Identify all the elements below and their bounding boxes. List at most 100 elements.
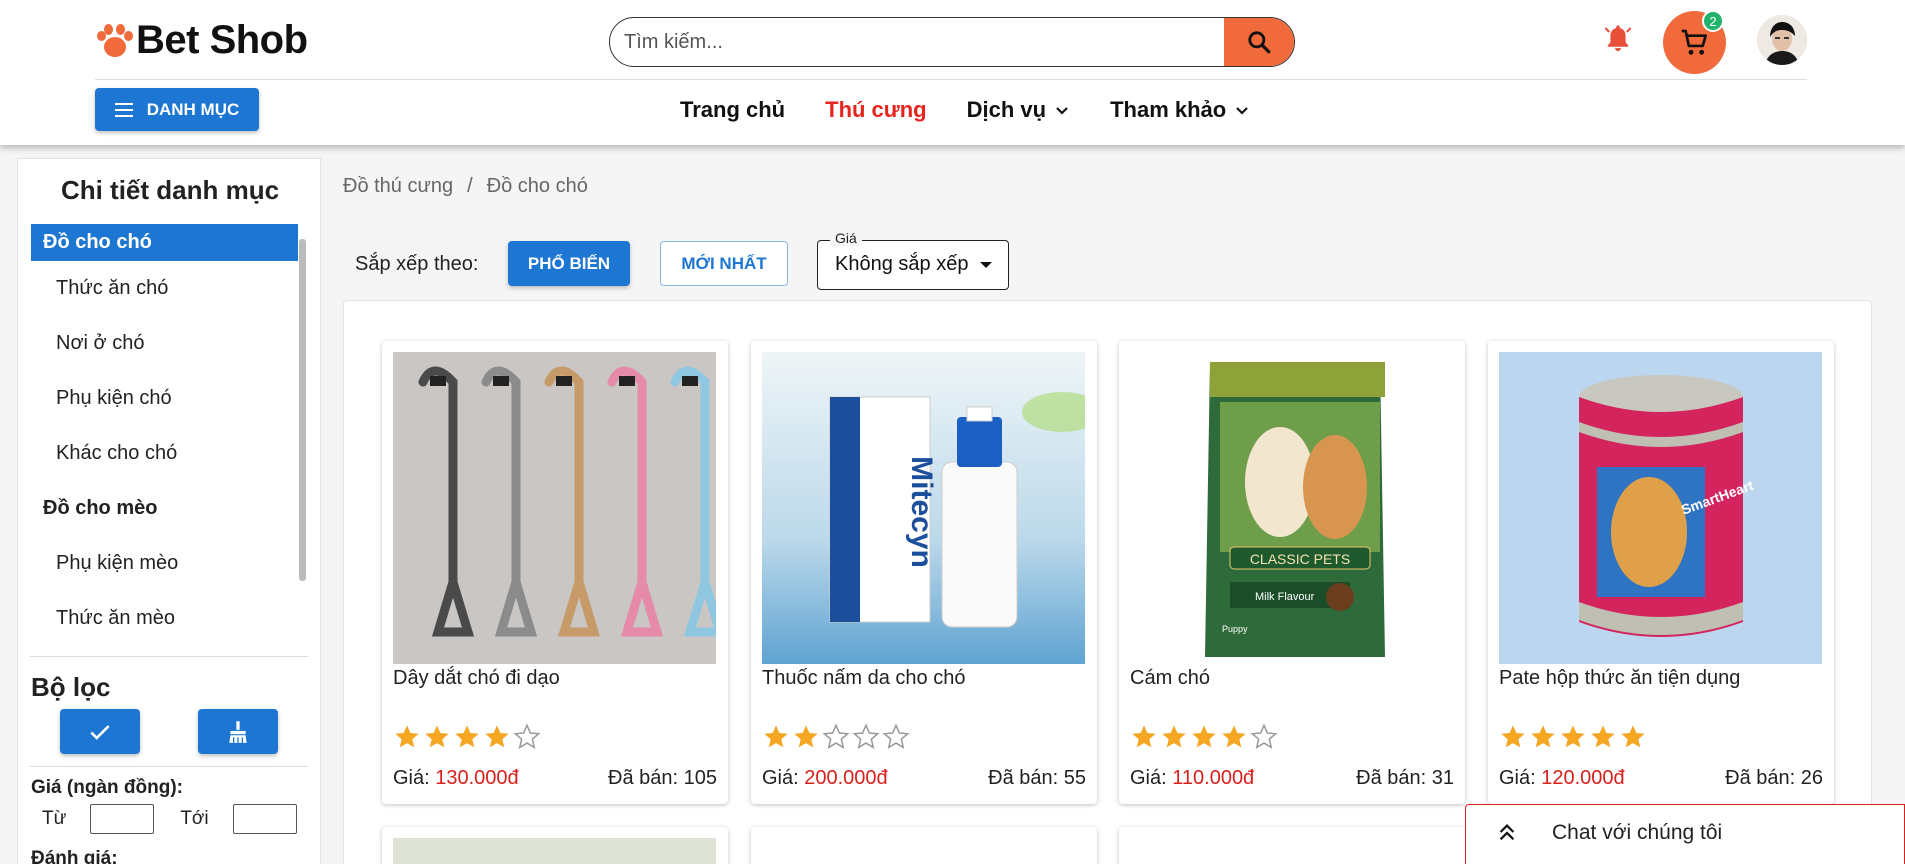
- product-card[interactable]: CLASSIC PETS Milk Flavour Puppy Cám chó …: [1119, 341, 1465, 804]
- product-card[interactable]: [1119, 827, 1465, 864]
- nav-services[interactable]: Dịch vụ: [967, 97, 1070, 123]
- sold-prefix: Đã bán:: [1725, 767, 1801, 789]
- nav-pets-label: Thú cưng: [825, 97, 927, 122]
- check-icon: [90, 724, 110, 740]
- star-empty-icon: [513, 723, 541, 749]
- nav-references-label: Tham khảo: [1110, 97, 1227, 122]
- category-menu-button[interactable]: DANH MỤC: [95, 88, 259, 131]
- product-sold: Đã bán: 31: [1356, 767, 1454, 790]
- category-item-phu-kien-cho[interactable]: Phụ kiện chó: [31, 371, 298, 426]
- search-icon: [1248, 31, 1271, 54]
- nav-services-label: Dịch vụ: [966, 97, 1047, 122]
- star-filled-icon: [1501, 725, 1525, 748]
- product-card[interactable]: [382, 827, 728, 864]
- product-name[interactable]: Thuốc nấm da cho chó: [762, 667, 965, 690]
- breadcrumb: Đồ thú cưng / Đồ cho chó: [343, 175, 588, 198]
- sidebar-title: Chi tiết danh mục: [60, 175, 280, 205]
- price-value: 130.000đ: [435, 767, 519, 789]
- price-filter-label: Giá (ngàn đồng):: [31, 777, 183, 798]
- category-item-thuc-an-cho[interactable]: Thức ăn chó: [31, 261, 298, 316]
- product-image: [393, 838, 716, 864]
- product-image-leash: [393, 352, 716, 664]
- price-sort-select[interactable]: Giá Không sắp xếp: [817, 230, 1009, 290]
- product-label-text: CLASSIC PETS: [1250, 551, 1350, 567]
- star-empty-icon: [852, 723, 880, 749]
- breadcrumb-separator: /: [467, 175, 473, 197]
- product-price: Giá: 120.000đ: [1499, 767, 1625, 790]
- category-item-khac-cho-cho[interactable]: Khác cho chó: [31, 426, 298, 481]
- sold-value: 55: [1063, 767, 1086, 789]
- avatar[interactable]: [1757, 15, 1807, 65]
- sort-newest-button[interactable]: MỚI NHẤT: [660, 241, 788, 286]
- product-label-text: Milk Flavour: [1255, 591, 1315, 603]
- apply-filter-button[interactable]: [60, 709, 140, 754]
- breadcrumb-item[interactable]: Đồ cho chó: [487, 175, 588, 197]
- product-rating: [393, 723, 541, 751]
- clear-filter-button[interactable]: [198, 709, 278, 754]
- product-rating: [1499, 723, 1647, 751]
- price-to-input[interactable]: [232, 804, 297, 834]
- product-price: Giá: 110.000đ: [1130, 767, 1254, 790]
- category-sidebar: Chi tiết danh mục Đồ cho chó Thức ăn chó…: [17, 158, 321, 864]
- price-prefix: Giá:: [1130, 767, 1173, 789]
- product-name[interactable]: Dây dắt chó đi dạo: [393, 667, 560, 690]
- header-divider: [95, 79, 1807, 80]
- price-from-input[interactable]: [90, 804, 155, 834]
- product-label-text: Mitecyn: [905, 456, 938, 568]
- product-image: [762, 838, 1085, 864]
- price-value: 200.000đ: [804, 767, 888, 789]
- sold-prefix: Đã bán:: [988, 767, 1064, 789]
- caret-down-icon: [980, 262, 992, 268]
- sidebar-divider: [30, 766, 308, 767]
- star-filled-icon: [764, 725, 788, 748]
- sidebar-scrollbar[interactable]: [299, 239, 306, 581]
- star-empty-icon: [822, 723, 850, 749]
- menu-icon: [114, 102, 133, 117]
- product-card[interactable]: [751, 827, 1097, 864]
- sort-popular-button[interactable]: PHỔ BIẾN: [508, 241, 630, 286]
- price-sort-legend: Giá: [830, 230, 862, 246]
- sold-value: 31: [1431, 767, 1454, 789]
- star-filled-icon: [1621, 725, 1645, 748]
- sold-prefix: Đã bán:: [1356, 767, 1432, 789]
- chevron-double-up-icon: [1499, 824, 1515, 841]
- category-item-do-cho-cho[interactable]: Đồ cho chó: [31, 224, 298, 261]
- category-item-do-cho-meo[interactable]: Đồ cho mèo: [31, 481, 298, 536]
- product-sold: Đã bán: 26: [1725, 767, 1823, 790]
- star-filled-icon: [1192, 725, 1216, 748]
- nav-references[interactable]: Tham khảo: [1110, 97, 1250, 123]
- nav-pets[interactable]: Thú cưng: [825, 97, 926, 123]
- sort-label: Sắp xếp theo:: [355, 253, 479, 275]
- category-item-thuc-an-meo[interactable]: Thức ăn mèo: [31, 591, 298, 646]
- product-image-mitecyn: Mitecyn: [762, 352, 1085, 664]
- chevron-down-icon: [1236, 107, 1248, 115]
- category-menu-label: DANH MỤC: [146, 99, 240, 119]
- rating-filter-label: Đánh giá:: [31, 848, 118, 864]
- paw-icon: [96, 23, 133, 59]
- price-to-label: Tới: [180, 808, 209, 829]
- product-name[interactable]: Cám chó: [1130, 667, 1210, 690]
- price-range: Từ Tới: [42, 804, 323, 834]
- star-filled-icon: [425, 725, 449, 748]
- product-card[interactable]: Mitecyn Thuốc nấm da cho chó Giá: 200.00…: [751, 341, 1097, 804]
- product-image-dog-food-bag: CLASSIC PETS Milk Flavour Puppy: [1130, 352, 1453, 664]
- notification-button[interactable]: [1602, 22, 1634, 54]
- product-rating: [762, 723, 910, 751]
- chat-widget[interactable]: Chat với chúng tôi: [1465, 804, 1905, 864]
- product-card[interactable]: SmartHeart Pate hộp thức ăn tiện dụng Gi…: [1488, 341, 1834, 804]
- search-input[interactable]: [610, 18, 1225, 66]
- logo[interactable]: Bet Shob: [96, 18, 308, 63]
- product-card[interactable]: Dây dắt chó đi dạo Giá: 130.000đ Đã bán:…: [382, 341, 728, 804]
- star-filled-icon: [1561, 725, 1585, 748]
- price-value: 120.000đ: [1541, 767, 1625, 789]
- star-filled-icon: [1132, 725, 1156, 748]
- nav-home[interactable]: Trang chủ: [680, 97, 785, 123]
- search-button[interactable]: [1224, 18, 1294, 66]
- breadcrumb-item[interactable]: Đồ thú cưng: [343, 175, 453, 197]
- product-name[interactable]: Pate hộp thức ăn tiện dụng: [1499, 667, 1740, 690]
- product-sold: Đã bán: 105: [608, 767, 717, 790]
- star-filled-icon: [1591, 725, 1615, 748]
- price-prefix: Giá:: [393, 767, 436, 789]
- category-item-noi-o-cho[interactable]: Nơi ở chó: [31, 316, 298, 371]
- category-item-phu-kien-meo[interactable]: Phụ kiện mèo: [31, 536, 298, 591]
